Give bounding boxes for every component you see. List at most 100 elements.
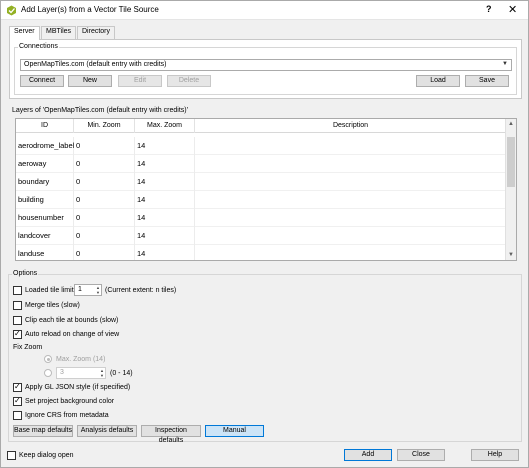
column-header-max-zoom[interactable]: Max. Zoom (135, 119, 195, 133)
custom-zoom-spinbox[interactable]: 3 ▲ ▼ (56, 367, 106, 379)
dialog-window: Add Layer(s) from a Vector Tile Source ?… (0, 0, 529, 468)
merge-tiles-checkbox[interactable] (13, 301, 22, 310)
window-title: Add Layer(s) from a Vector Tile Source (21, 5, 159, 14)
set-bg-color-label: Set project background color (25, 398, 115, 405)
cell-description (195, 245, 506, 260)
set-bg-color-checkbox[interactable] (13, 396, 22, 406)
cell-description (195, 137, 506, 155)
apply-gl-style-label: Apply GL JSON style (if specified) (25, 384, 131, 391)
save-button[interactable]: Save (465, 75, 509, 87)
chevron-down-icon: ▼ (502, 61, 508, 67)
server-tab-pane: Connections OpenMapTiles.com (default en… (9, 39, 522, 99)
edit-button[interactable]: Edit (118, 75, 162, 87)
add-button[interactable]: Add (344, 449, 392, 461)
help-icon[interactable]: ? (486, 4, 492, 14)
manual-button[interactable]: Manual (205, 425, 264, 437)
table-row[interactable]: landcover 0 14 (16, 227, 506, 245)
cell-description (195, 209, 506, 227)
analysis-defaults-button[interactable]: Analysis defaults (77, 425, 137, 437)
column-header-description[interactable]: Description (195, 119, 506, 133)
column-header-min-zoom[interactable]: Min. Zoom (74, 119, 135, 133)
inspection-defaults-button[interactable]: Inspection defaults (141, 425, 201, 444)
keep-dialog-open-checkbox[interactable] (7, 451, 16, 460)
connections-group (14, 47, 517, 95)
apply-gl-style-checkbox[interactable] (13, 382, 22, 392)
cell-id: building (16, 191, 74, 209)
cell-min-zoom: 0 (74, 173, 135, 191)
clip-tiles-label: Clip each tile at bounds (slow) (25, 317, 119, 324)
table-scrollbar[interactable]: ▲ ▼ (505, 119, 516, 260)
connection-select[interactable]: OpenMapTiles.com (default entry with cre… (20, 59, 512, 71)
load-button[interactable]: Load (416, 75, 460, 87)
cell-id: landcover (16, 227, 74, 245)
connection-select-value: OpenMapTiles.com (default entry with cre… (24, 61, 167, 68)
layers-table: ID Min. Zoom Max. Zoom Description aerod… (15, 118, 517, 261)
close-button[interactable]: Close (397, 449, 445, 461)
cell-description (195, 155, 506, 173)
cell-min-zoom: 0 (74, 191, 135, 209)
new-button[interactable]: New (68, 75, 112, 87)
ignore-crs-label: Ignore CRS from metadata (25, 412, 109, 419)
column-header-id[interactable]: ID (16, 119, 74, 133)
tab-mbtiles[interactable]: MBTiles (41, 26, 76, 39)
title-bar: Add Layer(s) from a Vector Tile Source ?… (1, 1, 528, 20)
scroll-down-icon[interactable]: ▼ (508, 252, 514, 258)
cell-min-zoom: 0 (74, 209, 135, 227)
cell-id: aeroway (16, 155, 74, 173)
options-label: Options (12, 270, 39, 277)
max-zoom-radio[interactable] (44, 355, 52, 363)
table-row[interactable]: boundary 0 14 (16, 173, 506, 191)
auto-reload-label: Auto reload on change of view (25, 331, 120, 338)
tab-server[interactable]: Server (9, 26, 40, 40)
spin-arrows-icon[interactable]: ▲ ▼ (100, 368, 104, 378)
qgis-logo-icon (7, 5, 16, 16)
cell-min-zoom: 0 (74, 155, 135, 173)
table-row[interactable]: landuse 0 14 (16, 245, 506, 260)
cell-min-zoom: 0 (74, 137, 135, 155)
fix-zoom-label: Fix Zoom (13, 344, 43, 351)
cell-id: housenumber (16, 209, 74, 227)
custom-zoom-radio[interactable] (44, 369, 52, 377)
table-row[interactable]: building 0 14 (16, 191, 506, 209)
cell-id: aerodrome_label (16, 137, 74, 155)
custom-zoom-value: 3 (60, 369, 64, 376)
merge-tiles-label: Merge tiles (slow) (25, 302, 80, 309)
clip-tiles-checkbox[interactable] (13, 316, 22, 325)
tab-directory[interactable]: Directory (77, 26, 115, 39)
loaded-tile-limit-checkbox[interactable] (13, 286, 22, 295)
max-zoom-radio-label: Max. Zoom (14) (56, 356, 106, 363)
loaded-tile-limit-label: Loaded tile limit (25, 287, 74, 294)
layers-label: Layers of 'OpenMapTiles.com (default ent… (12, 107, 188, 114)
table-header: ID Min. Zoom Max. Zoom Description (16, 119, 506, 133)
zoom-range-note: (0 - 14) (110, 370, 133, 377)
ignore-crs-checkbox[interactable] (13, 411, 22, 420)
tile-limit-spinbox[interactable]: 1 ▲ ▼ (74, 284, 102, 296)
keep-dialog-open-label: Keep dialog open (19, 452, 74, 459)
cell-description (195, 191, 506, 209)
cell-id: landuse (16, 245, 74, 260)
connections-label: Connections (18, 43, 59, 50)
cell-description (195, 173, 506, 191)
cell-description (195, 227, 506, 245)
cell-max-zoom: 14 (135, 209, 195, 227)
cell-max-zoom: 14 (135, 245, 195, 260)
cell-max-zoom: 14 (135, 137, 195, 155)
table-row[interactable]: aerodrome_label 0 14 (16, 137, 506, 155)
cell-min-zoom: 0 (74, 245, 135, 260)
cell-min-zoom: 0 (74, 227, 135, 245)
auto-reload-checkbox[interactable] (13, 329, 22, 339)
spin-arrows-icon[interactable]: ▲ ▼ (96, 285, 100, 295)
delete-button[interactable]: Delete (167, 75, 211, 87)
connect-button[interactable]: Connect (20, 75, 64, 87)
table-row[interactable]: aeroway 0 14 (16, 155, 506, 173)
scrollbar-thumb[interactable] (507, 137, 515, 187)
cell-max-zoom: 14 (135, 155, 195, 173)
help-button[interactable]: Help (471, 449, 519, 461)
close-icon[interactable]: ✕ (508, 3, 517, 16)
table-row[interactable]: housenumber 0 14 (16, 209, 506, 227)
cell-max-zoom: 14 (135, 227, 195, 245)
cell-max-zoom: 14 (135, 191, 195, 209)
scroll-up-icon[interactable]: ▲ (508, 121, 514, 127)
base-map-defaults-button[interactable]: Base map defaults (13, 425, 73, 437)
cell-id: boundary (16, 173, 74, 191)
